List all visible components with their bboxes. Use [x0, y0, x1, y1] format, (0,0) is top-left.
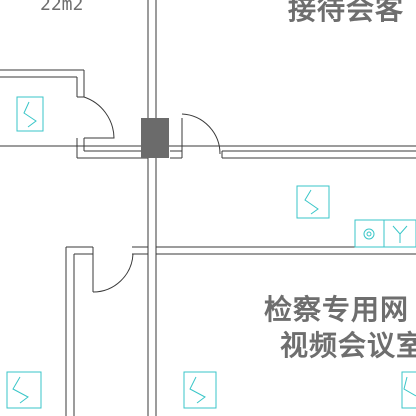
- room-name-reception: 接待会客: [288, 0, 405, 26]
- room-name-video-conference-line2: 视频会议室: [280, 329, 416, 362]
- room-name-video-conference-line1: 检察专用网: [264, 293, 410, 326]
- ceiling-fixture-icon: [354, 219, 385, 248]
- structural-column: [141, 118, 169, 158]
- y-junction-icon: [383, 219, 416, 248]
- outlet-symbol-icon: [183, 371, 217, 409]
- room-area-label: 22m2: [40, 0, 84, 15]
- outlet-symbol-icon: [401, 371, 416, 409]
- outlet-symbol-icon: [6, 371, 42, 409]
- outlet-symbol-icon: [296, 185, 330, 219]
- outlet-symbol-icon: [16, 96, 44, 132]
